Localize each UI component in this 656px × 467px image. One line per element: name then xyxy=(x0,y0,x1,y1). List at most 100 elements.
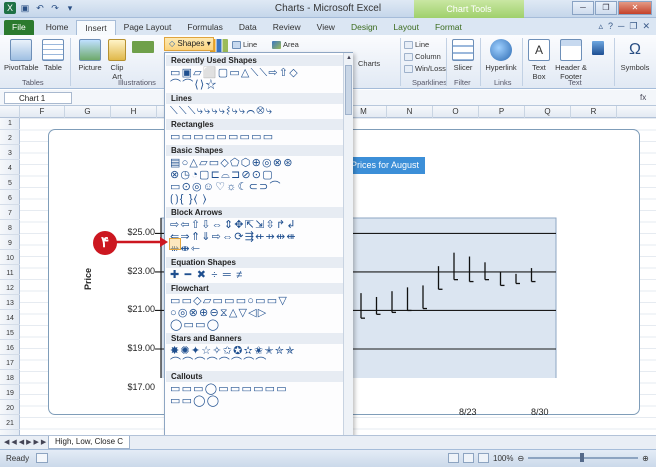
scroll-up-icon[interactable]: ▲ xyxy=(344,53,354,63)
area-chart-button[interactable]: Area xyxy=(272,40,299,49)
header-footer-button[interactable]: Header & Footer xyxy=(554,39,588,81)
zoom-in-icon[interactable]: ⊕ xyxy=(642,454,649,463)
row-header-cell[interactable]: 5 xyxy=(0,178,20,190)
zoom-slider[interactable] xyxy=(528,453,639,462)
shape-row[interactable]: ▭▭◯◯ xyxy=(170,396,220,407)
shape-row[interactable]: ▭▣▱⬜▢▭△⟍⟍⇨⇧◇ xyxy=(170,68,299,79)
tab-insert[interactable]: Insert xyxy=(76,20,116,35)
scroll-thumb[interactable] xyxy=(345,65,352,115)
row-header-cell[interactable]: 20 xyxy=(0,403,20,415)
tab-review[interactable]: Review xyxy=(265,20,309,35)
row-header-cell[interactable]: 3 xyxy=(0,148,20,160)
row-header-cell[interactable]: 17 xyxy=(0,358,20,370)
restore-icon[interactable]: ❐ xyxy=(595,1,617,15)
row-header-cell[interactable]: 14 xyxy=(0,313,20,325)
shape-row[interactable]: ⌒⌒⟨⟩☆ xyxy=(170,80,218,91)
shape-row[interactable]: ▭▭▭◯▭▭▭▭▭▭ xyxy=(170,384,288,395)
select-all-corner[interactable] xyxy=(0,106,20,118)
sparkline-winloss-button[interactable]: Win/Loss xyxy=(404,64,446,73)
more-illustrations[interactable] xyxy=(132,41,154,53)
tab-file[interactable]: File xyxy=(4,20,34,35)
name-box[interactable]: Chart 1 xyxy=(4,92,72,104)
shape-row[interactable]: ⟍⟍⟍⤷⤷⤷⤷⌇⤷⤷⌒⊗⤷ xyxy=(170,106,273,117)
row-header-cell[interactable]: 8 xyxy=(0,223,20,235)
header-footer-icon xyxy=(560,39,582,61)
row-header-cell[interactable]: 6 xyxy=(0,193,20,205)
shape-row[interactable]: ▭▭▭▭▭▭▭▭▭ xyxy=(170,132,274,143)
line-chart-button[interactable]: Line xyxy=(232,40,257,49)
pivottable-button[interactable]: PivotTable xyxy=(4,39,39,72)
tab-home[interactable]: Home xyxy=(38,20,77,35)
text-box-button[interactable]: A Text Box xyxy=(526,39,552,81)
sheet-nav-icons[interactable]: ◀◀◀▶▶▶ xyxy=(4,438,48,446)
shape-row[interactable]: ◯▭▭◯ xyxy=(170,320,220,331)
row-header-cell[interactable]: 7 xyxy=(0,208,20,220)
row-header-cell[interactable]: 10 xyxy=(0,253,20,265)
column-R[interactable]: R xyxy=(571,106,617,118)
tab-formulas[interactable]: Formulas xyxy=(179,20,230,35)
row-header-cell[interactable]: 9 xyxy=(0,238,20,250)
row-header-cell[interactable]: 1 xyxy=(0,118,20,130)
hyperlink-button[interactable]: Hyperlink xyxy=(484,39,518,72)
minimize-ribbon-icon[interactable]: ▵ xyxy=(598,21,603,32)
shape-row[interactable]: ⊗◷◔▢⊏⌓⊐⊘⊙▢ xyxy=(170,170,274,181)
shape-row[interactable]: ○◎⊗⊕⊖⧖△▽◁▷ xyxy=(170,308,267,319)
symbols-button[interactable]: Ω Symbols xyxy=(618,39,652,72)
sparkline-column-button[interactable]: Column xyxy=(404,52,441,61)
row-header-cell[interactable]: 21 xyxy=(0,418,20,430)
shape-row[interactable]: ▤○△▱▭◇⬠⬡⊕◎⊗⊛ xyxy=(170,158,294,169)
shape-row[interactable]: ✸✺✦☆✧✩✪✫✬✭✮✯ xyxy=(170,346,296,357)
normal-view-icon[interactable] xyxy=(448,453,459,463)
workbook-minimize-icon[interactable]: ─ xyxy=(618,21,624,32)
workbook-restore-icon[interactable]: ❐ xyxy=(629,21,637,32)
page-break-view-icon[interactable] xyxy=(478,453,489,463)
zoom-level[interactable]: 100% xyxy=(493,454,513,463)
workbook-close-icon[interactable]: ✕ xyxy=(642,21,650,32)
picture-button[interactable]: Picture xyxy=(76,39,104,72)
tab-data[interactable]: Data xyxy=(231,20,265,35)
close-icon[interactable]: ✕ xyxy=(618,1,652,15)
macro-record-icon[interactable] xyxy=(36,453,48,463)
row-header-cell[interactable]: 15 xyxy=(0,328,20,340)
page-layout-view-icon[interactable] xyxy=(463,453,474,463)
column-G[interactable]: G xyxy=(65,106,111,118)
shape-row[interactable]: ⇨⇦⇧⇩⇔⇕✥⇱⇲⇳↱↲ xyxy=(170,220,297,231)
row-header-cell[interactable]: 16 xyxy=(0,343,20,355)
row-header-cell[interactable]: 2 xyxy=(0,133,20,145)
column-F[interactable]: F xyxy=(20,106,65,118)
sparkline-line-button[interactable]: Line xyxy=(404,40,429,49)
shape-row[interactable]: ✚ ━ ✖ ÷ ═ ≠ xyxy=(170,270,243,281)
help-icon[interactable]: ? xyxy=(608,21,613,32)
table-button[interactable]: Table xyxy=(40,39,66,72)
tab-design[interactable]: Design xyxy=(343,20,385,35)
row-header-cell[interactable]: 11 xyxy=(0,268,20,280)
sheet-tab-active[interactable]: High, Low, Close C xyxy=(48,436,131,449)
shapes-button[interactable]: ◇ Shapes ▾ xyxy=(164,37,214,51)
shape-row[interactable]: ▭▭◇▱▭▭▭○▭▭▽ xyxy=(170,296,288,307)
minimize-icon[interactable]: ─ xyxy=(572,1,594,15)
row-header-cell[interactable]: 12 xyxy=(0,283,20,295)
shape-row[interactable]: ⟮⟯{ }⟨ ⟩ xyxy=(170,194,208,205)
clip-art-button[interactable]: Clip Art xyxy=(106,39,128,81)
tab-layout[interactable]: Layout xyxy=(385,20,427,35)
zoom-out-icon[interactable]: ⊖ xyxy=(517,454,524,463)
selected-shape-highlight[interactable] xyxy=(169,238,181,250)
wordart-button[interactable] xyxy=(592,41,604,55)
tab-page-layout[interactable]: Page Layout xyxy=(116,20,180,35)
gallery-scrollbar[interactable]: ▲ ▼ xyxy=(343,53,353,447)
group-divider xyxy=(446,38,447,86)
shape-row[interactable]: ▭⊙◎☺♡☼☾⊂⊃⌒ xyxy=(170,182,282,193)
row-header-cell[interactable]: 13 xyxy=(0,298,20,310)
row-header-cell[interactable]: 4 xyxy=(0,163,20,175)
y-axis-title[interactable]: Price xyxy=(83,268,93,290)
tab-view[interactable]: View xyxy=(309,20,343,35)
tab-format[interactable]: Format xyxy=(427,20,470,35)
shapes-gallery[interactable]: Recently Used Shapes ▭▣▱⬜▢▭△⟍⟍⇨⇧◇ ⌒⌒⟨⟩☆ Lin… xyxy=(164,52,353,448)
window-controls: ─ ❐ ✕ xyxy=(572,1,652,15)
shape-row[interactable]: ⌒⌒⌒⌒⌒⌒⌒⌒ xyxy=(170,358,268,369)
slicer-button[interactable]: Slicer xyxy=(450,39,476,72)
row-header-cell[interactable]: 19 xyxy=(0,388,20,400)
shape-row[interactable]: ⇐⇒⇑⇓⇨⇔⟳⇶⇷⇸⇹⇺ xyxy=(170,232,297,243)
fx-icon[interactable]: fx xyxy=(640,93,646,102)
row-header-cell[interactable]: 18 xyxy=(0,373,20,385)
